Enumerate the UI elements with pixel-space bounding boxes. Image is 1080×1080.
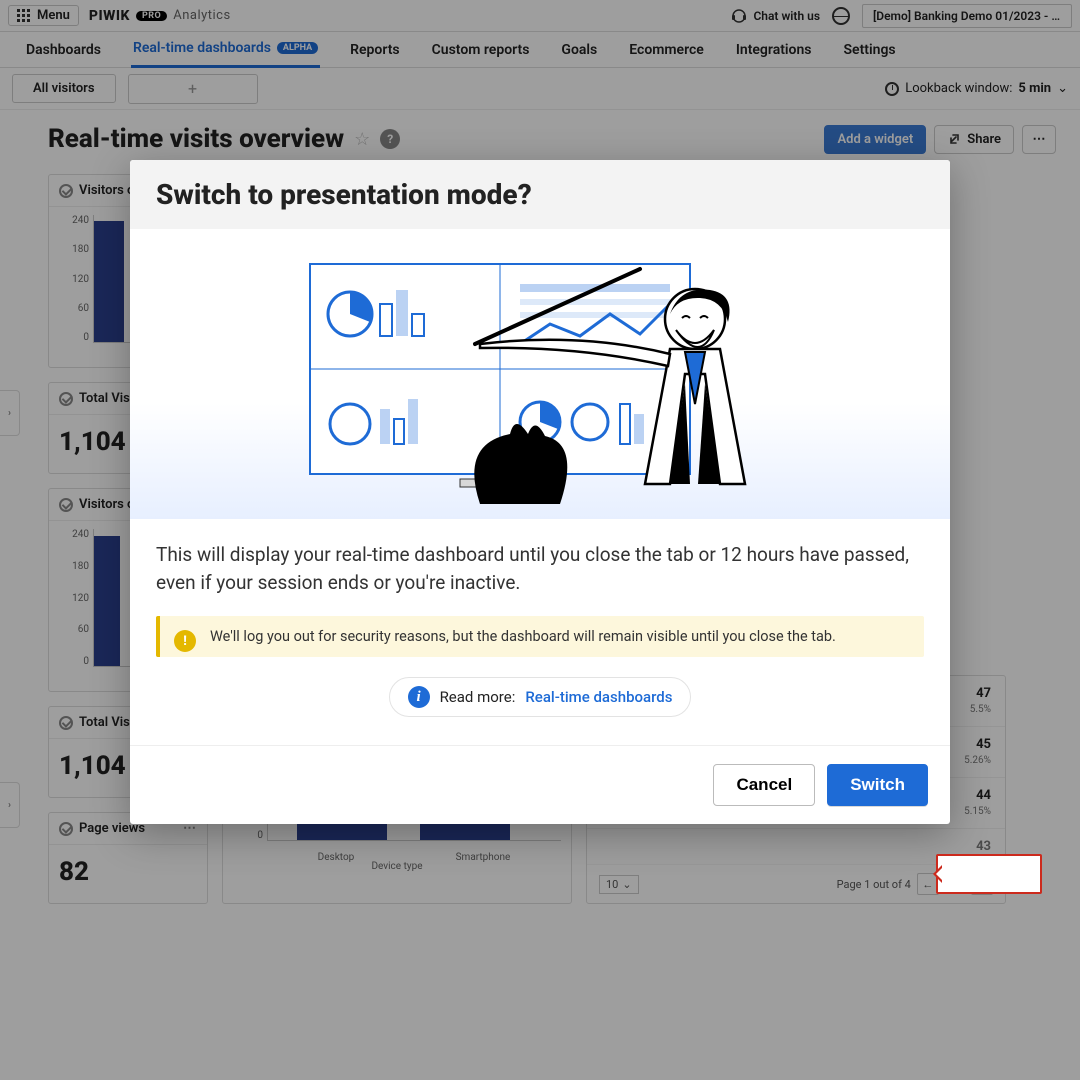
dialog-text: This will display your real-time dashboa… bbox=[156, 541, 924, 596]
dialog-title: Switch to presentation mode? bbox=[130, 160, 950, 229]
callout-arrow bbox=[936, 854, 1042, 894]
modal-overlay: Switch to presentation mode? bbox=[0, 0, 1080, 1080]
read-more-label: Read more: bbox=[440, 688, 516, 706]
read-more-pill[interactable]: i Read more: Real-time dashboards bbox=[389, 677, 692, 717]
cancel-button[interactable]: Cancel bbox=[713, 764, 815, 806]
read-more-link[interactable]: Real-time dashboards bbox=[525, 688, 672, 706]
warning-icon: ! bbox=[174, 630, 196, 652]
dialog-footer: Cancel Switch bbox=[130, 745, 950, 824]
presentation-mode-dialog: Switch to presentation mode? bbox=[130, 160, 950, 824]
dialog-illustration bbox=[130, 229, 950, 519]
dialog-warning: ! We'll log you out for security reasons… bbox=[156, 616, 924, 657]
info-icon: i bbox=[408, 686, 430, 708]
switch-button[interactable]: Switch bbox=[827, 764, 928, 806]
